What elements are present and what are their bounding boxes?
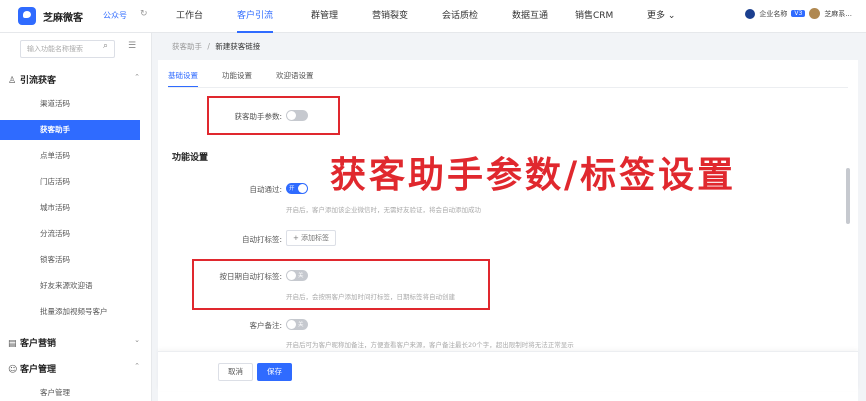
sidebar: 输入功能名称搜索 ⌕ ☰ ♙ 引流获客 ⌃ 渠道活码 获客助手 点单活码 门店活码 … bbox=[0, 33, 152, 401]
sidebar-group-marketing[interactable]: ▤ 客户营销 ⌄ bbox=[8, 336, 148, 349]
breadcrumb-current: 新建获客链接 bbox=[215, 42, 261, 51]
add-tag-button[interactable]: + 添加标签 bbox=[286, 230, 336, 246]
sidebar-item-split-code[interactable]: 分流活码 bbox=[0, 224, 140, 244]
auto-pass-hint: 开启后，客户添加该企业微信时，无需好友验证，将会自动添加成功 bbox=[286, 206, 481, 214]
cancel-button[interactable]: 取消 bbox=[218, 363, 253, 381]
chevron-up-icon: ⌃ bbox=[134, 362, 140, 370]
sidebar-item-video-customers[interactable]: 批量添加视频号客户 bbox=[0, 302, 140, 322]
sub-account-link[interactable]: 公众号 bbox=[103, 10, 127, 21]
section-title: 功能设置 bbox=[172, 153, 209, 163]
refresh-icon[interactable]: ↻ bbox=[140, 9, 148, 19]
tab-basic-settings[interactable]: 基础设置 bbox=[168, 70, 198, 87]
auto-tag-label: 自动打标签: bbox=[241, 235, 282, 244]
nav-group-management[interactable]: 群管理 bbox=[311, 0, 338, 33]
scrollbar[interactable] bbox=[846, 168, 850, 224]
chevron-down-icon: ⌄ bbox=[134, 336, 140, 344]
sidebar-item-lock-code[interactable]: 锁客活码 bbox=[0, 250, 140, 270]
nav-more[interactable]: 更多 ⌄ bbox=[647, 0, 675, 33]
sidebar-item-city-code[interactable]: 城市活码 bbox=[0, 198, 140, 218]
highlight-box-date-tag bbox=[192, 259, 490, 310]
org-logo-icon bbox=[745, 8, 756, 19]
filter-icon[interactable]: ☰ bbox=[128, 41, 136, 51]
calendar-icon: ▤ bbox=[8, 339, 17, 349]
auto-pass-toggle[interactable]: 开 bbox=[286, 183, 308, 194]
sidebar-item-source-welcome[interactable]: 好友来源欢迎语 bbox=[0, 276, 140, 296]
save-button[interactable]: 保存 bbox=[257, 363, 292, 381]
sidebar-group-customer-management[interactable]: ☺ 客户管理 ⌃ bbox=[8, 362, 148, 375]
nav-workbench[interactable]: 工作台 bbox=[176, 0, 203, 33]
search-icon[interactable]: ⌕ bbox=[103, 41, 108, 51]
highlight-box-assist-param bbox=[207, 96, 340, 135]
people-icon: ♙ bbox=[8, 76, 17, 86]
nav-data-sync[interactable]: 数据互通 bbox=[512, 0, 548, 33]
remark-label: 客户备注: bbox=[249, 321, 282, 330]
remark-toggle[interactable]: 关 bbox=[286, 319, 308, 330]
sidebar-item-order-code[interactable]: 点单活码 bbox=[0, 146, 140, 166]
sidebar-group-acquisition[interactable]: ♙ 引流获客 ⌃ bbox=[8, 73, 148, 86]
tab-divider bbox=[168, 87, 848, 88]
tab-feature-settings[interactable]: 功能设置 bbox=[222, 70, 252, 87]
chevron-up-icon: ⌃ bbox=[134, 73, 140, 81]
user-name[interactable]: 芝麻系... bbox=[824, 9, 852, 19]
nav-marketing-fission[interactable]: 营销裂变 bbox=[372, 0, 408, 33]
nav-customer-acquisition[interactable]: 客户引流 bbox=[237, 0, 274, 33]
org-name: 企业名称 bbox=[759, 9, 788, 18]
brand-name: 芝麻微客 bbox=[43, 13, 83, 24]
tab-welcome-settings[interactable]: 欢迎语设置 bbox=[276, 70, 314, 87]
auto-pass-label: 自动通过: bbox=[249, 185, 282, 194]
sidebar-item-store-code[interactable]: 门店活码 bbox=[0, 172, 140, 192]
tab-bar: 基础设置 功能设置 欢迎语设置 bbox=[168, 70, 314, 87]
nav-sales-crm[interactable]: 销售CRM bbox=[575, 0, 613, 33]
account-area[interactable]: 企业名称 V3 芝麻系... bbox=[745, 8, 852, 19]
avatar[interactable] bbox=[809, 8, 821, 19]
footer-actions: 取消 保存 bbox=[158, 351, 858, 391]
top-bar: 芝麻微客 公众号 ↻ 工作台 客户引流 群管理 营销裂变 会话质检 数据互通 销… bbox=[0, 0, 866, 33]
breadcrumb: 获客助手 / 新建获客链接 bbox=[172, 42, 261, 51]
sidebar-item-customer-management[interactable]: 客户管理 bbox=[0, 383, 140, 401]
app-logo-icon bbox=[18, 7, 36, 25]
user-icon: ☺ bbox=[8, 365, 18, 375]
search-input[interactable]: 输入功能名称搜索 bbox=[20, 40, 115, 58]
annotation-title: 获客助手参数/标签设置 bbox=[330, 154, 737, 196]
version-badge: V3 bbox=[791, 10, 806, 17]
remark-hint: 开启后可为客户昵称加备注，方便查看客户来源，客户备注最长20个字，超出限制时将无… bbox=[286, 341, 574, 349]
nav-session-inspection[interactable]: 会话质检 bbox=[442, 0, 478, 33]
sidebar-item-acquisition-assistant[interactable]: 获客助手 bbox=[0, 120, 140, 140]
sidebar-item-channel-code[interactable]: 渠道活码 bbox=[0, 94, 140, 114]
breadcrumb-parent[interactable]: 获客助手 bbox=[172, 42, 202, 51]
